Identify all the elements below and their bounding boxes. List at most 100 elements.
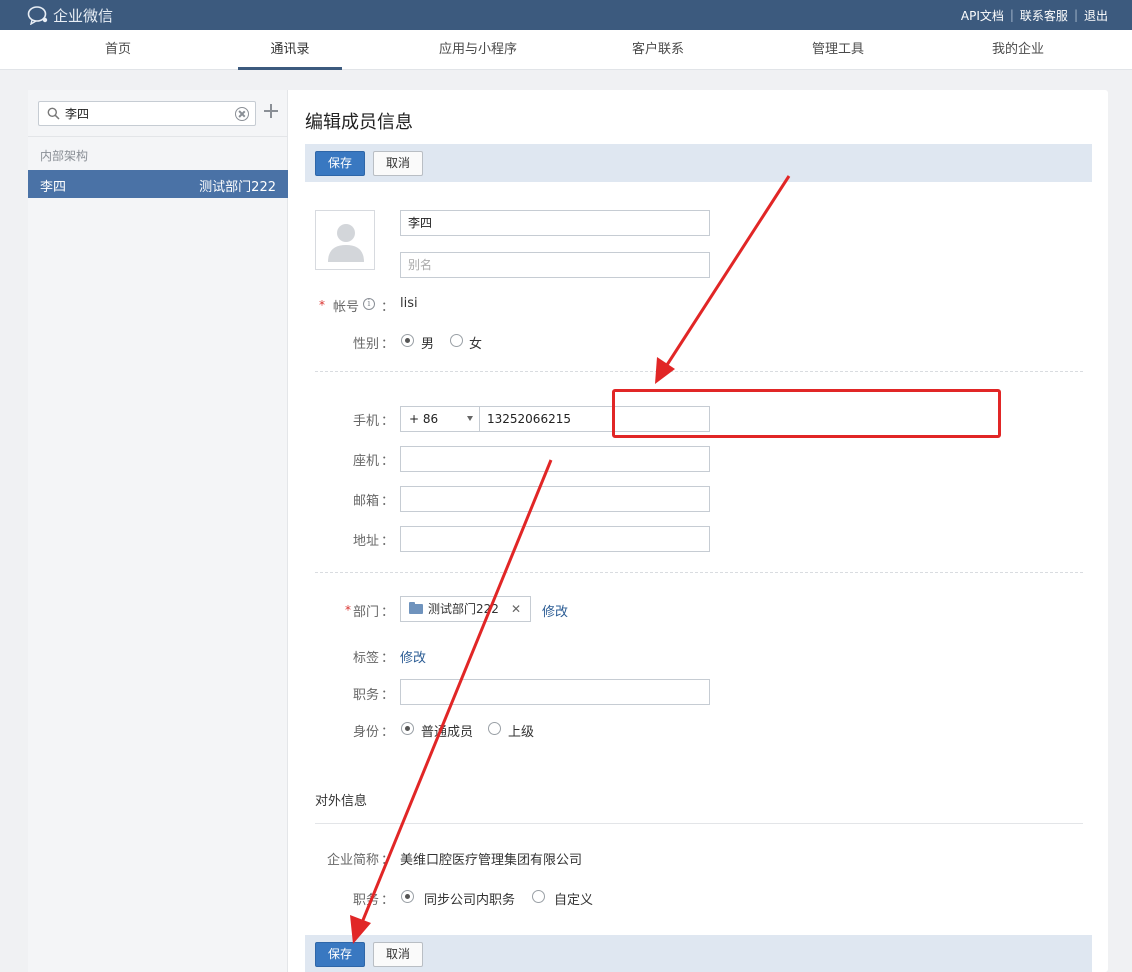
link-separator: | xyxy=(1009,8,1014,22)
identity-member-label: 普通成员 xyxy=(421,725,474,740)
nav-management-tools[interactable]: 管理工具 xyxy=(778,30,898,70)
folder-icon xyxy=(409,602,423,614)
label-colon: ： xyxy=(381,337,395,352)
cancel-button[interactable]: 取消 xyxy=(373,942,423,967)
remove-department-icon[interactable]: ✕ xyxy=(511,597,521,621)
top-action-bar: 保存 取消 xyxy=(305,144,1092,182)
landline-input[interactable] xyxy=(400,446,710,472)
label-colon: ： xyxy=(381,534,395,549)
label-colon: ： xyxy=(381,454,395,469)
sync-position-label: 同步公司内职务 xyxy=(424,893,516,908)
gender-female-radio[interactable] xyxy=(450,334,463,347)
position-input[interactable] xyxy=(400,679,710,705)
nav-apps[interactable]: 应用与小程序 xyxy=(418,30,538,70)
wecom-logo[interactable]: 企业微信 xyxy=(27,4,113,26)
company-short-value: 美维口腔医疗管理集团有限公司 xyxy=(400,853,583,868)
label-colon: ： xyxy=(381,494,395,509)
contacts-sidebar: 内部架构 李四 测试部门222 xyxy=(28,90,288,972)
label-colon: ： xyxy=(381,651,395,666)
sync-position-radio[interactable] xyxy=(401,890,414,903)
mobile-highlight-box xyxy=(612,389,1001,438)
modify-department-link[interactable]: 修改 xyxy=(542,601,568,620)
required-mark: * xyxy=(319,298,325,312)
external-position-label: 职务 xyxy=(353,893,380,908)
label-colon: ： xyxy=(381,605,395,620)
label-colon: ： xyxy=(381,725,395,740)
identity-member-radio[interactable] xyxy=(401,722,414,735)
nav-home[interactable]: 首页 xyxy=(58,30,178,70)
account-value: lisi xyxy=(400,296,418,311)
external-info-title: 对外信息 xyxy=(315,794,368,809)
landline-label: 座机 xyxy=(353,454,380,469)
section-divider xyxy=(315,823,1083,824)
avatar[interactable] xyxy=(315,210,375,270)
page-title: 编辑成员信息 xyxy=(305,112,413,133)
info-icon[interactable]: i xyxy=(363,298,375,310)
country-code-select[interactable]: + 86 xyxy=(400,406,480,432)
cancel-button[interactable]: 取消 xyxy=(373,151,423,176)
custom-position-label: 自定义 xyxy=(554,893,594,908)
identity-label: 身份 xyxy=(353,725,380,740)
email-label: 邮箱 xyxy=(353,494,380,509)
save-button[interactable]: 保存 xyxy=(315,151,365,176)
logo-text: 企业微信 xyxy=(53,6,114,25)
gender-female-label: 女 xyxy=(469,337,483,352)
gender-label: 性别 xyxy=(353,337,380,352)
label-colon: ： xyxy=(381,853,395,868)
tag-label: 标签 xyxy=(353,651,380,666)
label-colon: ： xyxy=(381,414,395,429)
mobile-label: 手机 xyxy=(353,414,380,429)
main-nav: 首页 通讯录 应用与小程序 客户联系 管理工具 我的企业 xyxy=(0,30,1132,70)
email-input[interactable] xyxy=(400,486,710,512)
member-search[interactable] xyxy=(38,101,256,126)
top-bar: 企业微信 API文档 | 联系客服 | 退出 xyxy=(0,0,1132,30)
nav-my-enterprise[interactable]: 我的企业 xyxy=(958,30,1078,70)
logout-link[interactable]: 退出 xyxy=(1084,7,1108,24)
section-divider xyxy=(315,572,1083,573)
member-name: 李四 xyxy=(40,180,67,195)
company-short-label: 企业简称 xyxy=(327,853,380,868)
clear-search-icon[interactable] xyxy=(235,107,249,121)
api-docs-link[interactable]: API文档 xyxy=(961,7,1004,24)
label-colon: ： xyxy=(381,893,395,908)
user-silhouette-icon xyxy=(328,224,364,262)
department-tag: 测试部门222 ✕ xyxy=(400,596,531,622)
custom-position-radio[interactable] xyxy=(532,890,545,903)
name-input[interactable]: 李四 xyxy=(400,210,710,236)
identity-superior-radio[interactable] xyxy=(488,722,501,735)
section-divider xyxy=(315,371,1083,372)
alias-input[interactable]: 别名 xyxy=(400,252,710,278)
edit-member-panel: 编辑成员信息 保存 取消 李四 别名 * 帐号 i ： lisi 性别 ： 男 … xyxy=(305,90,1092,972)
sidebar-divider xyxy=(28,136,288,137)
address-label: 地址 xyxy=(353,534,380,549)
department-tag-label: 测试部门222 xyxy=(428,602,499,616)
member-list-item[interactable]: 李四 测试部门222 xyxy=(28,170,288,198)
chat-bubble-icon xyxy=(27,6,48,25)
modify-tag-link[interactable]: 修改 xyxy=(400,647,426,666)
link-separator: | xyxy=(1073,8,1078,22)
label-colon: ： xyxy=(381,688,395,703)
address-input[interactable] xyxy=(400,526,710,552)
member-department: 测试部门222 xyxy=(199,180,276,195)
country-code-value: + 86 xyxy=(409,412,439,426)
account-label: 帐号 xyxy=(333,300,360,315)
required-mark: * xyxy=(345,603,351,617)
department-label: 部门 xyxy=(353,605,380,620)
bottom-action-bar: 保存 取消 xyxy=(305,935,1092,972)
save-button[interactable]: 保存 xyxy=(315,942,365,967)
search-icon xyxy=(47,107,60,120)
contact-support-link[interactable]: 联系客服 xyxy=(1020,7,1068,24)
chevron-down-icon xyxy=(467,416,473,421)
position-label: 职务 xyxy=(353,688,380,703)
gender-male-label: 男 xyxy=(421,337,435,352)
gender-male-radio[interactable] xyxy=(401,334,414,347)
search-input[interactable] xyxy=(65,104,225,123)
nav-customer-contact[interactable]: 客户联系 xyxy=(598,30,718,70)
top-links: API文档 | 联系客服 | 退出 xyxy=(961,0,1108,30)
nav-contacts[interactable]: 通讯录 xyxy=(238,30,342,70)
identity-superior-label: 上级 xyxy=(508,725,535,740)
content-card: 内部架构 李四 测试部门222 编辑成员信息 保存 取消 李四 别名 * 帐号 … xyxy=(28,90,1108,972)
add-icon[interactable] xyxy=(264,104,278,118)
internal-structure-label: 内部架构 xyxy=(40,149,89,163)
label-colon: ： xyxy=(381,300,395,315)
